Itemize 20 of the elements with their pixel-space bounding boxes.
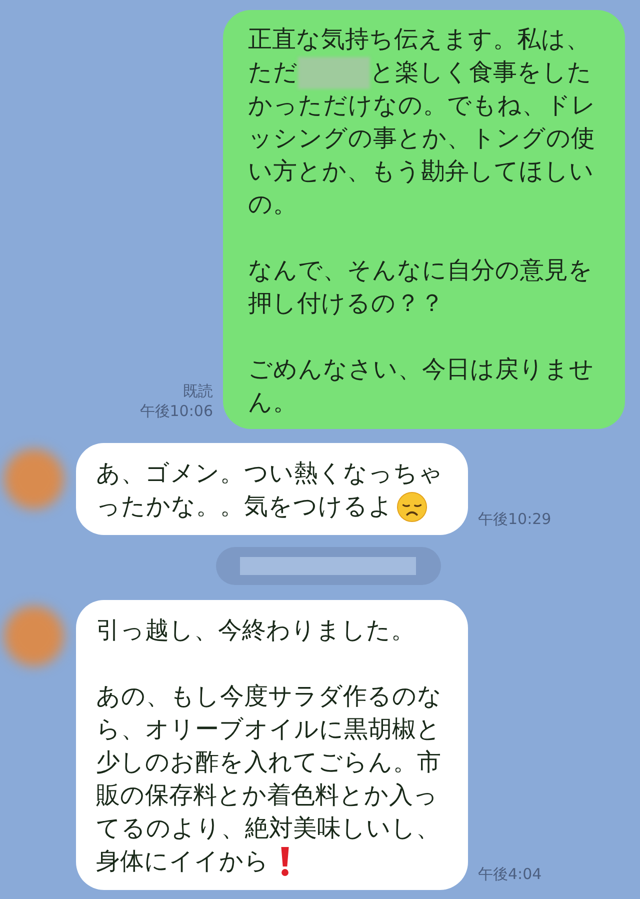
message-text: あ、ゴメン。つい熱くなっちゃ — [96, 458, 444, 489]
message-text: 正直な気持ち伝えます。私は、 — [248, 24, 591, 55]
timestamp: 午後4:04 — [478, 864, 542, 884]
message-text: なんで、そんなに自分の意見を押し付けるの？？ — [248, 255, 594, 319]
message-text: 身体にイイから — [96, 846, 269, 877]
message-text: 引っ越し、今終わりました。 — [96, 615, 416, 646]
avatar — [4, 449, 64, 509]
message-text: かっただけなの。でもね、ドレッシングの事とか、トングの使い方とか、もう勘弁してほしいの。 — [248, 90, 597, 220]
message-text: ったかな。。気をつけるよ — [96, 491, 393, 522]
message-text: ごめんなさい、今日は戻りません。 — [248, 354, 595, 418]
avatar — [4, 606, 64, 666]
timestamp: 午後10:06 — [140, 401, 213, 421]
sad-face-icon — [397, 492, 427, 522]
redacted-block — [298, 56, 370, 88]
timestamp: 午後10:29 — [478, 509, 552, 529]
message-text: と楽しく食事をした — [370, 57, 592, 88]
exclamation-icon — [281, 847, 289, 876]
message-text: ただ — [248, 57, 298, 88]
message-text: あの、もし今度サラダ作るのなら、オリーブオイルに黒胡椒と少しのお酢を入れてごらん。市販の保存料とか着色料とか入ってるのより、絶対美味しいし、 — [96, 681, 443, 844]
read-receipt: 既読 — [183, 381, 213, 401]
